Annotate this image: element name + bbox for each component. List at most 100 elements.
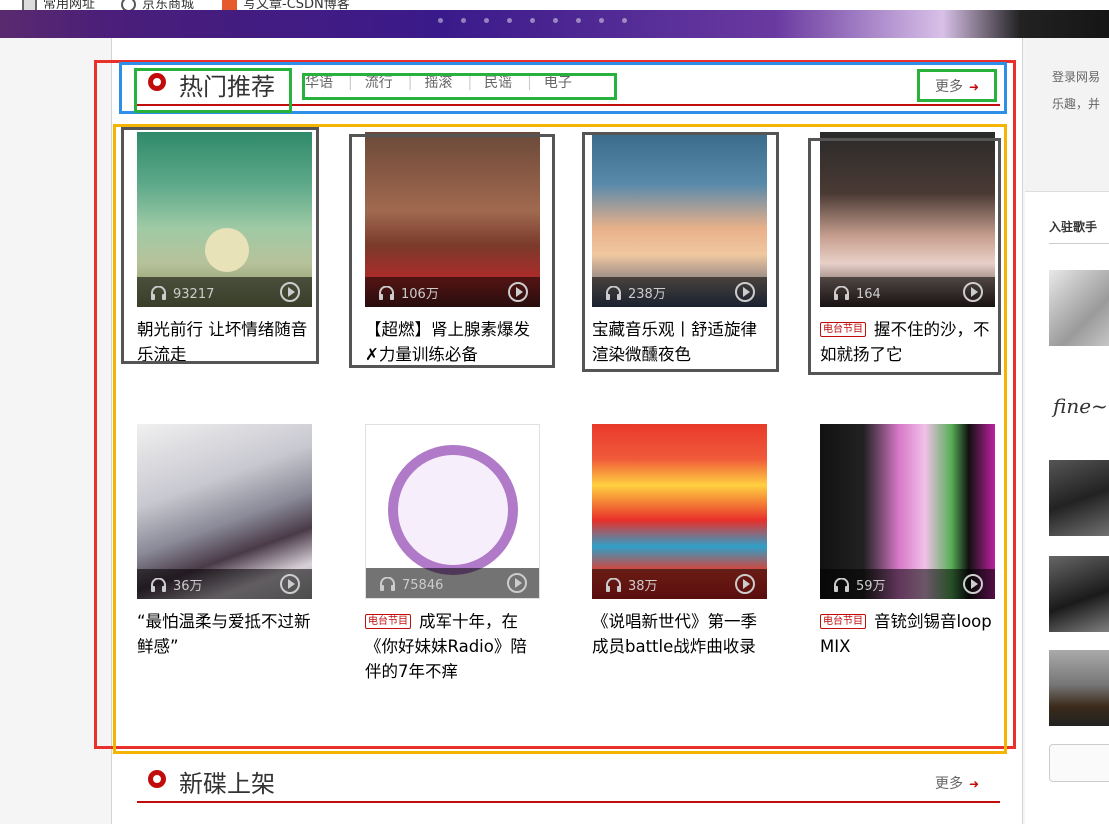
more-link[interactable]: 更多 ➜	[935, 773, 979, 793]
tab-chinese[interactable]: 华语	[305, 72, 333, 92]
play-count: 164	[856, 287, 881, 302]
playlist-card: 164 电台节目 握不住的沙，不如就扬了它	[820, 132, 995, 367]
banner-dot[interactable]	[507, 18, 512, 23]
play-count: 59万	[856, 579, 886, 594]
playlist-cover[interactable]: 75846	[365, 424, 540, 599]
playlist-cover[interactable]: 164	[820, 132, 995, 307]
arrow-right-icon: ➜	[969, 777, 980, 791]
playlist-title[interactable]: 【超燃】肾上腺素爆发✗力量训练必备	[365, 317, 540, 367]
singer-avatar[interactable]	[1049, 650, 1109, 726]
headphones-icon	[834, 578, 849, 592]
tab-rock[interactable]: 摇滚	[424, 72, 452, 92]
playlist-card: 238万 宝藏音乐观丨舒适旋律渲染微醺夜色	[592, 132, 767, 367]
tab-separator: |	[407, 75, 413, 91]
banner-dot[interactable]	[622, 18, 627, 23]
playlist-card: 106万 【超燃】肾上腺素爆发✗力量训练必备	[365, 132, 540, 367]
playlist-cover[interactable]: 238万	[592, 132, 767, 307]
singer-avatar[interactable]	[1049, 460, 1109, 536]
headphones-icon	[379, 286, 394, 300]
arrow-right-icon: ➜	[969, 80, 980, 94]
more-link[interactable]: 更多 ➜	[935, 76, 979, 96]
singer-avatar[interactable]	[1049, 270, 1109, 346]
play-icon[interactable]	[507, 573, 527, 593]
divider	[1049, 243, 1109, 244]
playlist-card: 38万 《说唱新世代》第一季成员battle战炸曲收录	[592, 424, 767, 659]
login-text: 登录网易 乐趣，并	[1052, 70, 1101, 111]
headphones-icon	[606, 286, 621, 300]
singer-avatar[interactable]	[1049, 556, 1109, 632]
play-count: 93217	[173, 287, 215, 302]
radio-badge: 电台节目	[820, 322, 866, 337]
tab-separator: |	[467, 75, 473, 91]
singers-title: 入驻歌手	[1049, 220, 1098, 234]
play-count: 36万	[173, 579, 203, 594]
play-icon[interactable]	[963, 282, 983, 302]
section-divider	[137, 801, 1000, 803]
banner-dot[interactable]	[599, 18, 604, 23]
play-icon[interactable]	[280, 282, 300, 302]
play-icon[interactable]	[508, 282, 528, 302]
top-banner[interactable]	[0, 10, 1109, 38]
playlist-card: 93217 朝光前行 让坏情绪随音乐流走	[137, 132, 312, 367]
cover-art-shape	[205, 228, 249, 272]
singer-signature-image[interactable]: fine~	[1053, 394, 1108, 418]
playlist-cover[interactable]: 36万	[137, 424, 312, 599]
circle-record-icon	[148, 770, 166, 788]
tab-electronic[interactable]: 电子	[544, 72, 572, 92]
play-count: 38万	[628, 579, 658, 594]
play-count: 75846	[402, 578, 444, 593]
banner-dot[interactable]	[553, 18, 558, 23]
banner-dot[interactable]	[461, 18, 466, 23]
bookmark-jd[interactable]: 京东商城	[121, 0, 194, 10]
playlist-card: 75846 电台节目 成军十年，在《你好妹妹Radio》陪伴的7年不痒	[365, 424, 540, 684]
headphones-icon	[151, 286, 166, 300]
playlist-title[interactable]: 电台节目 成军十年，在《你好妹妹Radio》陪伴的7年不痒	[365, 609, 540, 684]
playlist-title[interactable]: 电台节目 音铳剑锡音loop MIX	[820, 609, 995, 659]
playlist-cover[interactable]: 93217	[137, 132, 312, 307]
banner-dot[interactable]	[576, 18, 581, 23]
banner-dot[interactable]	[530, 18, 535, 23]
playlist-cover[interactable]: 38万	[592, 424, 767, 599]
headphones-icon	[606, 578, 621, 592]
folder-icon	[22, 0, 37, 10]
play-count: 238万	[628, 287, 666, 302]
hot-recommend-title[interactable]: 热门推荐	[179, 67, 275, 102]
radio-badge: 电台节目	[365, 614, 411, 629]
tab-separator: |	[527, 75, 532, 91]
banner-dot[interactable]	[438, 18, 443, 23]
play-icon[interactable]	[735, 574, 755, 594]
playlist-cover[interactable]: 106万	[365, 132, 540, 307]
page: 常用网址 京东商城 写文章-CSDN博客 登录网易 乐趣，并 入驻歌手 fine…	[0, 0, 1109, 824]
headphones-icon	[834, 286, 849, 300]
cover-art-shape	[388, 445, 518, 575]
playlist-title[interactable]: 《说唱新世代》第一季成员battle战炸曲收录	[592, 609, 767, 659]
bookmarks-bar: 常用网址 京东商城 写文章-CSDN博客	[0, 0, 1109, 10]
section-divider	[137, 104, 1000, 106]
globe-icon	[121, 0, 136, 10]
apply-singer-button[interactable]	[1049, 744, 1109, 782]
playlist-card: 36万 “最怕温柔与爱抵不过新鲜感”	[137, 424, 312, 659]
playlist-title[interactable]: “最怕温柔与爱抵不过新鲜感”	[137, 609, 312, 659]
circle-record-icon	[148, 73, 166, 91]
headphones-icon	[151, 578, 166, 592]
bookmark-common-sites[interactable]: 常用网址	[22, 0, 95, 10]
playlist-title[interactable]: 宝藏音乐观丨舒适旋律渲染微醺夜色	[592, 317, 767, 367]
tab-separator: |	[348, 75, 353, 91]
play-count: 106万	[401, 287, 439, 302]
play-icon[interactable]	[963, 574, 983, 594]
headphones-icon	[380, 577, 395, 591]
bookmark-csdn[interactable]: 写文章-CSDN博客	[222, 0, 350, 10]
playlist-card: 59万 电台节目 音铳剑锡音loop MIX	[820, 424, 995, 659]
banner-dot[interactable]	[484, 18, 489, 23]
playlist-cover[interactable]: 59万	[820, 424, 995, 599]
genre-tabs: 华语 | 流行 | 摇滚 | 民谣 | 电子	[305, 72, 572, 92]
radio-badge: 电台节目	[820, 614, 866, 629]
csdn-icon	[222, 0, 237, 10]
playlist-title[interactable]: 朝光前行 让坏情绪随音乐流走	[137, 317, 312, 367]
new-albums-title[interactable]: 新碟上架	[179, 764, 275, 799]
playlist-title[interactable]: 电台节目 握不住的沙，不如就扬了它	[820, 317, 995, 367]
play-icon[interactable]	[280, 574, 300, 594]
play-icon[interactable]	[735, 282, 755, 302]
tab-folk[interactable]: 民谣	[484, 72, 512, 92]
tab-pop[interactable]: 流行	[365, 72, 393, 92]
